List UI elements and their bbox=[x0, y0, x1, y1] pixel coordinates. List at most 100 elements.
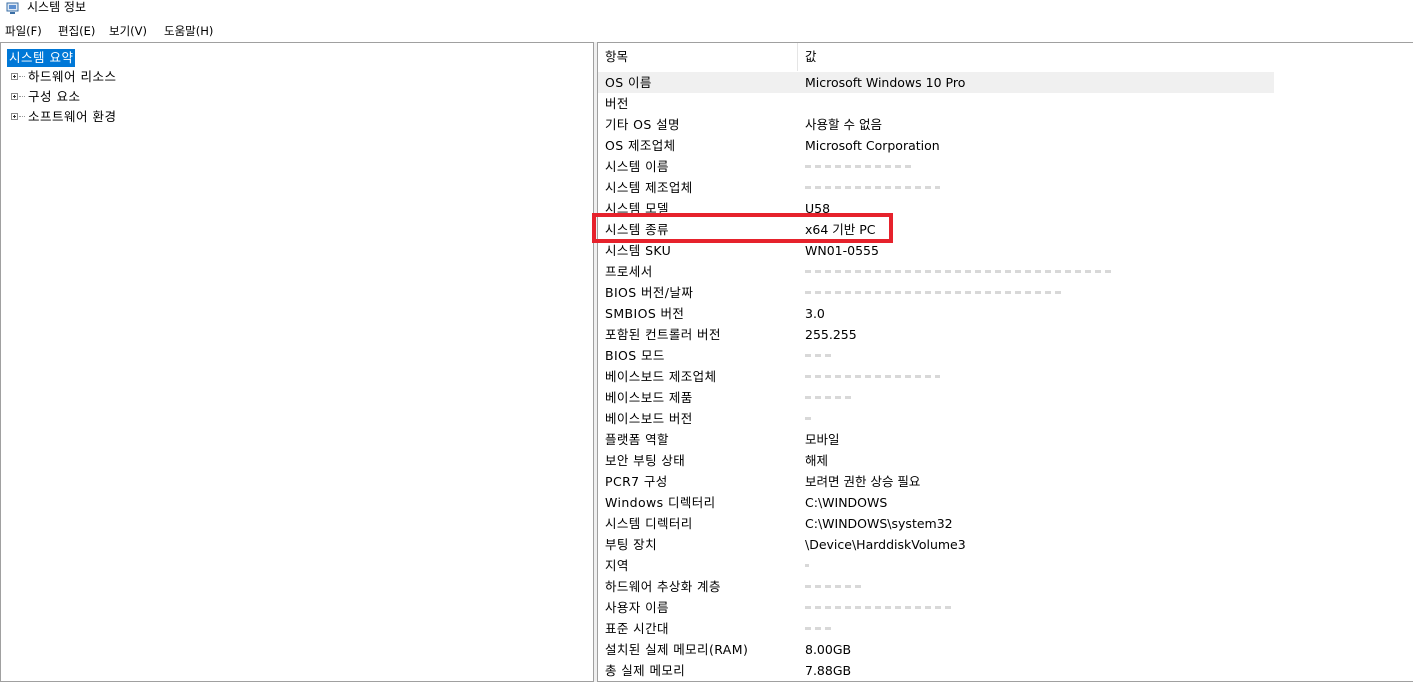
redacted-value bbox=[805, 270, 1115, 273]
redacted-value bbox=[805, 375, 940, 378]
row-value: U58 bbox=[805, 201, 831, 216]
row-item: 보안 부팅 상태 bbox=[605, 453, 686, 468]
menu-file[interactable]: 파일(F) bbox=[5, 24, 42, 38]
details-list[interactable]: 항목 값 OS 이름 Microsoft Windows 10 Pro 버전기타 O… bbox=[597, 42, 1413, 682]
row-value: 보려면 권한 상승 필요 bbox=[805, 474, 921, 489]
row-item: 베이스보드 제조업체 bbox=[605, 369, 717, 384]
row-item: 시스템 이름 bbox=[605, 159, 669, 174]
column-separator[interactable] bbox=[797, 43, 798, 71]
row-value: Microsoft Corporation bbox=[805, 138, 940, 153]
table-row[interactable]: 사용자 이름 bbox=[598, 597, 1274, 618]
row-item: 시스템 종류 bbox=[605, 222, 669, 237]
expand-plus-icon[interactable] bbox=[11, 93, 18, 100]
table-row[interactable]: 부팅 장치 \Device\HarddiskVolume3 bbox=[598, 534, 1274, 555]
table-row[interactable]: BIOS 모드 bbox=[598, 345, 1274, 366]
table-row[interactable]: BIOS 버전/날짜 bbox=[598, 282, 1274, 303]
row-value: WN01-0555 bbox=[805, 243, 879, 258]
row-item: Windows 디렉터리 bbox=[605, 495, 716, 510]
table-row[interactable]: 기타 OS 설명 사용할 수 없음 bbox=[598, 114, 1274, 135]
system-information-icon bbox=[6, 2, 19, 14]
table-row[interactable]: OS 제조업체 Microsoft Corporation bbox=[598, 135, 1274, 156]
menu-bar: 파일(F) 편집(E) 보기(V) 도움말(H) bbox=[0, 20, 1413, 42]
redacted-value bbox=[805, 354, 833, 357]
tree-item-system-summary[interactable]: 시스템 요약 bbox=[7, 49, 76, 67]
row-value: \Device\HarddiskVolume3 bbox=[805, 537, 966, 552]
table-row[interactable]: 시스템 제조업체 bbox=[598, 177, 1274, 198]
row-item: 시스템 모델 bbox=[605, 201, 669, 216]
table-row[interactable]: 시스템 디렉터리 C:\WINDOWS\system32 bbox=[598, 513, 1274, 534]
redacted-value bbox=[805, 417, 811, 420]
row-value: 사용할 수 없음 bbox=[805, 117, 882, 132]
row-item: 시스템 SKU bbox=[605, 243, 672, 258]
table-row[interactable]: 플랫폼 역할 모바일 bbox=[598, 429, 1274, 450]
column-header-value[interactable]: 값 bbox=[805, 43, 817, 71]
window-title: 시스템 정보 bbox=[27, 0, 87, 14]
row-item: SMBIOS 버전 bbox=[605, 306, 685, 321]
row-item: 사용자 이름 bbox=[605, 600, 669, 615]
row-item: 기타 OS 설명 bbox=[605, 117, 680, 132]
row-value: C:\WINDOWS\system32 bbox=[805, 516, 953, 531]
table-row[interactable]: 시스템 모델 U58 bbox=[598, 198, 1274, 219]
row-item: OS 제조업체 bbox=[605, 138, 676, 153]
table-row[interactable]: SMBIOS 버전 3.0 bbox=[598, 303, 1274, 324]
row-item: BIOS 모드 bbox=[605, 348, 665, 363]
menu-view[interactable]: 보기(V) bbox=[109, 24, 147, 38]
redacted-value bbox=[805, 627, 835, 630]
expand-plus-icon[interactable] bbox=[11, 113, 18, 120]
table-row[interactable]: 베이스보드 제품 bbox=[598, 387, 1274, 408]
row-item: 플랫폼 역할 bbox=[605, 432, 669, 447]
row-item: 프로세서 bbox=[605, 264, 653, 279]
row-value: 8.00GB bbox=[805, 642, 852, 657]
table-row[interactable]: 베이스보드 버전 bbox=[598, 408, 1274, 429]
redacted-value bbox=[805, 585, 865, 588]
row-item: 베이스보드 제품 bbox=[605, 390, 693, 405]
row-item: 포함된 컨트롤러 버전 bbox=[605, 327, 721, 342]
row-item: PCR7 구성 bbox=[605, 474, 668, 489]
menu-edit[interactable]: 편집(E) bbox=[58, 24, 95, 38]
row-value: x64 기반 PC bbox=[805, 222, 876, 237]
row-item: 지역 bbox=[605, 558, 629, 573]
table-row[interactable]: 버전 bbox=[598, 93, 1274, 114]
table-row[interactable]: OS 이름 Microsoft Windows 10 Pro bbox=[598, 72, 1274, 93]
row-item: 시스템 디렉터리 bbox=[605, 516, 693, 531]
row-value: Microsoft Windows 10 Pro bbox=[805, 75, 966, 90]
table-row[interactable]: 설치된 실제 메모리(RAM) 8.00GB bbox=[598, 639, 1274, 660]
redacted-value bbox=[805, 396, 855, 399]
tree-item-label: 구성 요소 bbox=[28, 89, 81, 104]
redacted-value bbox=[805, 291, 1065, 294]
row-value: 255.255 bbox=[805, 327, 857, 342]
row-value: 3.0 bbox=[805, 306, 825, 321]
row-item: 베이스보드 버전 bbox=[605, 411, 693, 426]
expand-plus-icon[interactable] bbox=[11, 73, 18, 80]
row-value: 해제 bbox=[805, 453, 829, 468]
row-item: 부팅 장치 bbox=[605, 537, 657, 552]
table-row[interactable]: 지역 bbox=[598, 555, 1274, 576]
row-item: BIOS 버전/날짜 bbox=[605, 285, 694, 300]
row-item: 버전 bbox=[605, 96, 629, 111]
table-row[interactable]: 프로세서 bbox=[598, 261, 1274, 282]
row-item: OS 이름 bbox=[605, 75, 652, 90]
table-row[interactable]: PCR7 구성 보려면 권한 상승 필요 bbox=[598, 471, 1274, 492]
table-row[interactable]: 포함된 컨트롤러 버전 255.255 bbox=[598, 324, 1274, 345]
tree-item-label: 하드웨어 리소스 bbox=[28, 69, 117, 84]
table-row[interactable]: 하드웨어 추상화 계층 bbox=[598, 576, 1274, 597]
redacted-value bbox=[805, 606, 955, 609]
menu-help[interactable]: 도움말(H) bbox=[164, 24, 213, 38]
redacted-value bbox=[805, 186, 940, 189]
category-tree[interactable]: 시스템 요약 하드웨어 리소스 구성 요소 소프트웨어 환경 bbox=[0, 42, 594, 682]
row-item: 총 실제 메모리 bbox=[605, 663, 686, 678]
row-item: 시스템 제조업체 bbox=[605, 180, 693, 195]
table-row[interactable]: 표준 시간대 bbox=[598, 618, 1274, 639]
column-header-item[interactable]: 항목 bbox=[605, 43, 629, 71]
table-row[interactable]: 보안 부팅 상태 해제 bbox=[598, 450, 1274, 471]
table-row[interactable]: 총 실제 메모리 7.88GB bbox=[598, 660, 1274, 681]
row-value: 7.88GB bbox=[805, 663, 852, 678]
table-row[interactable]: 베이스보드 제조업체 bbox=[598, 366, 1274, 387]
row-value: 모바일 bbox=[805, 432, 840, 447]
tree-item-label: 소프트웨어 환경 bbox=[28, 109, 117, 124]
title-bar: 시스템 정보 bbox=[0, 0, 1413, 20]
table-row[interactable]: 시스템 이름 bbox=[598, 156, 1274, 177]
table-row[interactable]: 시스템 종류 x64 기반 PC bbox=[598, 219, 1274, 240]
table-row[interactable]: 시스템 SKU WN01-0555 bbox=[598, 240, 1274, 261]
table-row[interactable]: Windows 디렉터리 C:\WINDOWS bbox=[598, 492, 1274, 513]
